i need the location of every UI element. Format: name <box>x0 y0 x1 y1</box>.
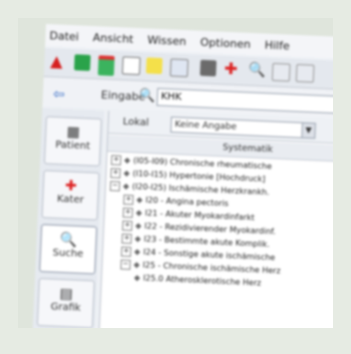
filter-label: Lokal <box>122 116 150 129</box>
save-icon[interactable] <box>121 56 141 76</box>
app-window: Datei Ansicht Wissen Optionen Hilfe ▲ ✚ … <box>31 24 333 328</box>
content-panel: Lokal Keine Angabe ▼ Systematik + ◆ (I05-I… <box>97 110 333 328</box>
menu-datei[interactable]: Datei <box>49 29 79 43</box>
tree-node-icon: ◆ <box>123 168 130 178</box>
add-icon[interactable]: ✚ <box>224 59 241 79</box>
patient-icon: ▦ <box>66 124 81 141</box>
sidebar-kater[interactable]: ✚ Kater <box>41 170 100 221</box>
tree-node-icon: ◆ <box>133 247 141 257</box>
collapse-icon[interactable]: − <box>120 258 131 270</box>
filter-select[interactable]: Keine Angabe ▼ <box>170 116 316 139</box>
expand-icon[interactable]: + <box>121 233 132 244</box>
tree-node-icon: ◆ <box>134 234 142 244</box>
search-input[interactable]: KHK <box>156 87 333 115</box>
menu-ansicht[interactable]: Ansicht <box>93 31 134 46</box>
search-icon: 🔍 <box>59 231 78 249</box>
plus-icon: ✚ <box>64 177 78 195</box>
expand-icon[interactable]: + <box>122 207 134 218</box>
sidebar-label: Patient <box>55 139 91 153</box>
search-icon[interactable]: 🔍 <box>139 88 156 104</box>
grid-icon[interactable] <box>199 59 217 77</box>
tree-node-icon: ◆ <box>133 260 140 270</box>
copy-icon[interactable] <box>169 58 189 78</box>
tree-node-icon: ◆ <box>136 195 143 205</box>
tree-node-icon: ◆ <box>135 221 142 231</box>
tree-node-icon: ◆ <box>123 155 131 165</box>
sidebar-suche[interactable]: 🔍 Suche <box>39 223 98 275</box>
sidebar-label: Suche <box>52 247 84 260</box>
info-icon[interactable] <box>145 57 163 75</box>
chevron-down-icon[interactable]: ▼ <box>301 123 315 138</box>
back-arrow-icon[interactable]: ⇦ <box>53 86 65 102</box>
window-icon[interactable] <box>295 63 315 83</box>
photo-frame: Datei Ansicht Wissen Optionen Hilfe ▲ ✚ … <box>18 18 333 328</box>
expand-icon[interactable]: + <box>110 167 121 178</box>
tree-node-icon: ◆ <box>133 273 141 283</box>
collapse-icon[interactable]: − <box>109 180 121 191</box>
sidebar: ▦ Patient ✚ Kater 🔍 Suche ▤ Grafik <box>31 107 105 328</box>
sidebar-label: Kater <box>56 193 84 206</box>
sidebar-grafik[interactable]: ▤ Grafik <box>36 277 95 328</box>
record-icon[interactable] <box>97 55 115 77</box>
tree-view: + ◆ (I05-I09) Chronische rheumatische + ◆ (I1… <box>102 153 333 295</box>
sidebar-patient[interactable]: ▦ Patient <box>43 116 102 167</box>
green-screen-icon[interactable] <box>74 54 91 71</box>
tree-node-icon: ◆ <box>122 181 130 191</box>
expand-icon[interactable]: + <box>110 154 122 165</box>
print-icon[interactable] <box>271 62 291 82</box>
warning-icon[interactable]: ▲ <box>50 51 67 71</box>
filter-select-value: Keine Angabe <box>174 119 237 133</box>
expand-icon[interactable]: + <box>122 220 133 231</box>
menu-wissen[interactable]: Wissen <box>147 33 186 48</box>
expand-icon[interactable]: + <box>120 245 132 257</box>
sidebar-label: Grafik <box>50 301 81 314</box>
menu-hilfe[interactable]: Hilfe <box>264 38 290 52</box>
menu-optionen[interactable]: Optionen <box>200 35 251 50</box>
tree-row-label: I25.0 Atherosklerotische Herz <box>142 273 262 288</box>
search-toolbar-icon[interactable]: 🔍 <box>248 62 266 79</box>
chart-icon: ▤ <box>59 285 74 303</box>
tree-node-icon: ◆ <box>135 208 143 218</box>
expand-icon[interactable]: + <box>123 194 134 205</box>
